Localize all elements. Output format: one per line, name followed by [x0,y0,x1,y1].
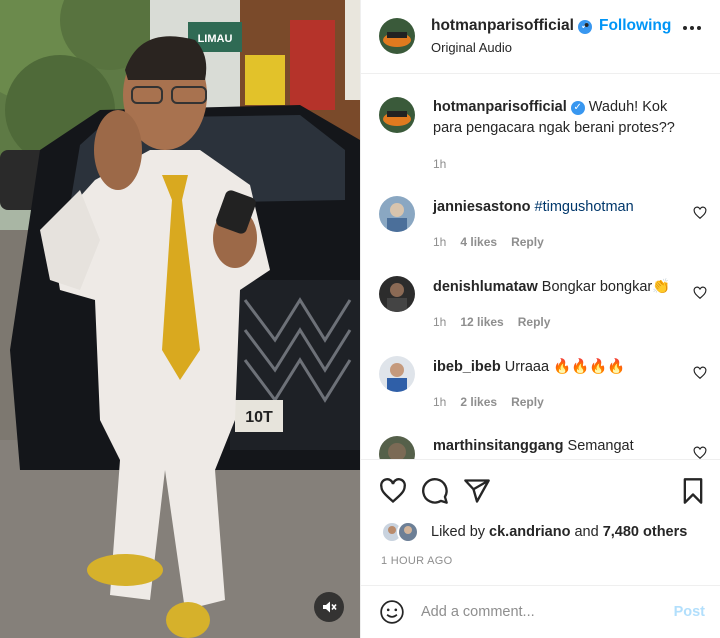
heart-icon[interactable] [379,477,407,505]
liked-by-user[interactable]: ck.andriano [489,524,570,540]
comment-username[interactable]: denishlumataw [433,279,538,295]
liker-avatars [381,521,425,543]
reply-button[interactable]: Reply [511,235,544,249]
avatar[interactable] [397,521,419,543]
liked-by-prefix: Liked by [431,524,486,540]
comment-time[interactable]: 1h [433,235,446,249]
comment-text: ibeb_ibeb Urraaa 🔥🔥🔥🔥 [433,357,693,378]
post-header: hotmanparisofficial ✓ • Following Origina… [361,0,720,74]
caption-time[interactable]: 1h [433,157,446,171]
comment-text: janniesastono #timgushotman [433,197,693,218]
heart-icon[interactable] [693,366,707,380]
shop-sign-text: LIMAU [198,33,233,45]
heart-icon[interactable] [693,286,707,300]
mute-button[interactable] [314,592,344,622]
verified-badge-icon: ✓ [570,101,585,115]
avatar[interactable] [379,18,415,54]
comment-body: Bongkar bongkar [541,279,653,295]
comment-likes[interactable]: 2 likes [460,395,497,409]
comment-time[interactable]: 1h [433,395,446,409]
liked-by-and: and [574,524,599,540]
share-icon[interactable] [463,477,491,505]
comment-body: Urraaa [504,359,550,375]
comments-list[interactable]: hotmanparisofficial ✓ Waduh! Kok para pen… [361,75,720,459]
author-username-text[interactable]: hotmanparisofficial [431,17,574,34]
separator-dot: • [584,17,590,34]
comment-input[interactable] [421,600,651,624]
comment-emoji: 🔥🔥🔥🔥 [553,359,626,375]
caption-meta: 1h [433,157,460,171]
video-frame: LIMAU 10T [0,0,360,638]
post-timestamp[interactable]: 1 HOUR AGO [381,555,452,567]
heart-icon[interactable] [693,446,707,459]
comment-icon[interactable] [421,477,449,505]
comment-username[interactable]: ibeb_ibeb [433,359,501,375]
comment-text: marthinsitanggang Semangat [433,436,693,457]
author-username[interactable]: hotmanparisofficial ✓ [431,17,592,35]
caption-text: hotmanparisofficial ✓ Waduh! Kok para pen… [433,97,693,139]
liked-by: Liked by ck.andriano and 7,480 others [381,521,687,543]
reply-button[interactable]: Reply [518,315,551,329]
comment-meta: 1h 12 likes Reply [433,315,564,329]
likes-count[interactable]: 7,480 others [603,524,688,540]
comment-body: Semangat [567,438,634,454]
plate-text: 10T [245,409,273,426]
post-video[interactable]: LIMAU 10T [0,0,360,638]
comment-meta: 1h 4 likes Reply [433,235,558,249]
comment-composer: Post [361,585,720,638]
more-options-icon[interactable] [683,26,701,30]
caption-username[interactable]: hotmanparisofficial [433,99,567,115]
post-actions: Liked by ck.andriano and 7,480 others 1 … [361,459,720,585]
avatar[interactable] [379,356,415,392]
avatar[interactable] [379,276,415,312]
avatar[interactable] [379,97,415,133]
following-button[interactable]: Following [599,17,671,35]
comment-username[interactable]: marthinsitanggang [433,438,564,454]
emoji-icon[interactable] [379,599,405,625]
comment-meta: 1h 2 likes Reply [433,395,558,409]
hashtag-link[interactable]: #timgushotman [535,199,634,215]
comment-likes[interactable]: 4 likes [460,235,497,249]
audio-label[interactable]: Original Audio [431,40,512,55]
avatar[interactable] [379,436,415,459]
reply-button[interactable]: Reply [511,395,544,409]
comment-username[interactable]: janniesastono [433,199,531,215]
mute-icon [323,601,337,613]
comment-likes[interactable]: 12 likes [460,315,503,329]
comment-emoji: 👏 [652,279,671,295]
avatar[interactable] [379,196,415,232]
post-details-panel: hotmanparisofficial ✓ • Following Origina… [360,0,720,638]
bookmark-icon[interactable] [679,477,707,505]
comment-text: denishlumataw Bongkar bongkar👏 [433,277,693,298]
comment-time[interactable]: 1h [433,315,446,329]
post-button[interactable]: Post [674,604,705,620]
heart-icon[interactable] [693,206,707,220]
